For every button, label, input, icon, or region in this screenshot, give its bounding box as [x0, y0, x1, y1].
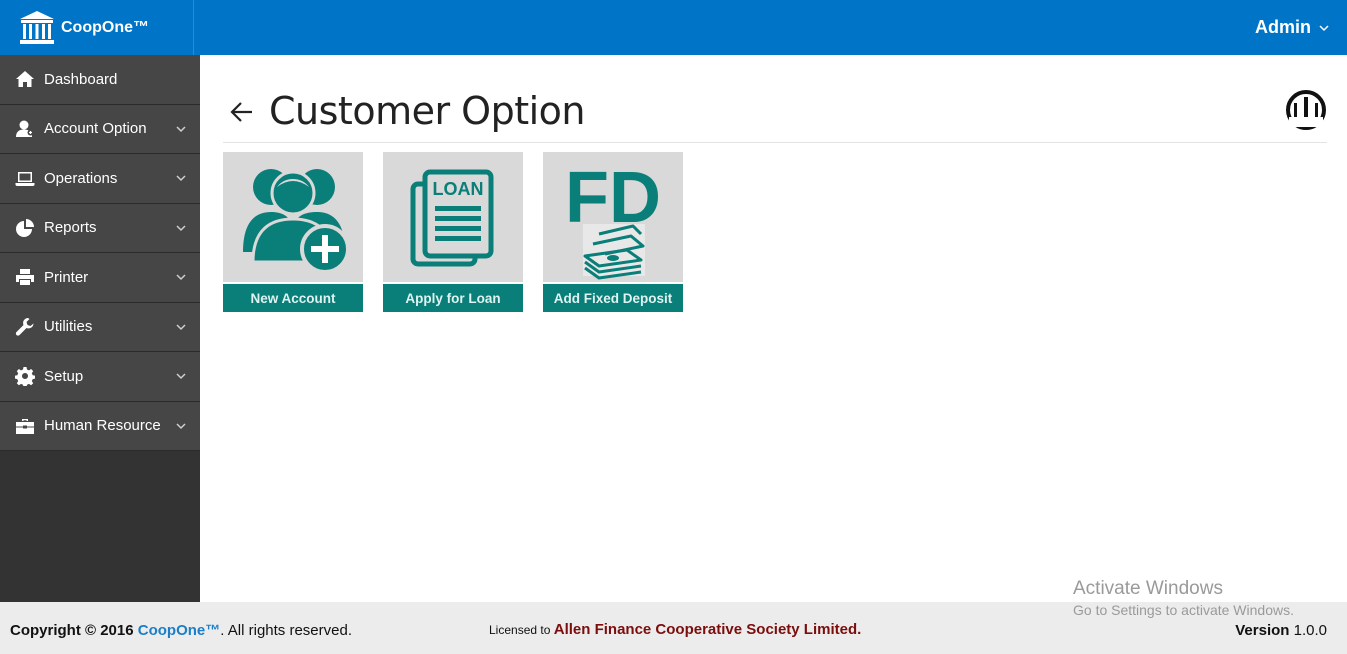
add-fixed-deposit-art: FD — [543, 152, 683, 282]
brand-logo[interactable]: CoopOne™ — [0, 0, 194, 55]
laptop-icon — [14, 168, 36, 188]
copyright-suffix: . All rights reserved. — [220, 622, 352, 639]
user-icon — [14, 119, 36, 139]
tile-label: New Account — [223, 282, 363, 312]
add-fixed-deposit-tile[interactable]: FD Add Fixed Deposit — [543, 152, 683, 312]
pie-chart-icon — [14, 218, 36, 238]
new-account-art — [223, 152, 363, 282]
sidebar-item-label: Utilities — [44, 318, 93, 336]
loan-document-icon: LOAN — [410, 169, 494, 267]
apply-for-loan-art: LOAN — [383, 152, 523, 282]
back-arrow-icon[interactable] — [229, 99, 255, 125]
licensed-organization: Allen Finance Cooperative Society Limite… — [553, 621, 858, 638]
sidebar-item-setup[interactable]: Setup — [0, 352, 200, 402]
sidebar-item-label: Setup — [44, 367, 84, 385]
sidebar-item-human-resource[interactable]: Human Resource — [0, 401, 200, 451]
sidebar-item-label: Dashboard — [44, 70, 118, 88]
sidebar-item-label: Account Option — [44, 120, 147, 138]
page-header: Customer Option — [223, 85, 1327, 143]
chevron-down-icon — [176, 423, 186, 429]
home-icon — [14, 69, 36, 89]
chevron-down-icon — [176, 324, 186, 330]
apply-for-loan-tile[interactable]: LOAN Apply for Loan — [383, 152, 523, 312]
licensed-prefix: Licensed to — [489, 623, 551, 637]
watermark-line-2: Go to Settings to activate Windows. — [1073, 602, 1294, 618]
sidebar-item-utilities[interactable]: Utilities — [0, 302, 200, 352]
sidebar-item-label: Printer — [44, 268, 89, 286]
sidebar-item-label: Human Resource — [44, 417, 161, 435]
new-account-tile[interactable]: New Account — [223, 152, 363, 312]
license-text: Licensed to Allen Finance Cooperative So… — [489, 621, 861, 638]
add-user-icon — [243, 169, 350, 274]
chevron-down-icon — [176, 175, 186, 182]
sidebar-item-label: Operations — [44, 169, 118, 187]
version-label: Version — [1235, 622, 1290, 639]
copyright-brand-link[interactable]: CoopOne™ — [138, 622, 221, 639]
chevron-down-icon — [176, 225, 186, 231]
tile-label: Apply for Loan — [383, 282, 523, 312]
bank-icon — [20, 10, 54, 44]
dashboard-gauge-icon[interactable] — [1285, 89, 1327, 131]
briefcase-icon — [14, 416, 36, 436]
version-text: Version 1.0.0 — [1235, 622, 1327, 639]
app-name: CoopOne™ — [61, 18, 149, 36]
version-value: 1.0.0 — [1293, 622, 1327, 639]
sidebar-item-printer[interactable]: Printer — [0, 253, 200, 303]
copyright-text: Copyright © 2016 CoopOne™. All rights re… — [10, 622, 352, 639]
gear-icon — [14, 366, 36, 387]
copyright-prefix: Copyright © 2016 — [10, 622, 134, 639]
activate-windows-watermark: Activate Windows Go to Settings to activ… — [1073, 578, 1294, 618]
sidebar-item-operations[interactable]: Operations — [0, 154, 200, 204]
sidebar-item-dashboard[interactable]: Dashboard — [0, 55, 200, 105]
printer-icon — [14, 267, 36, 287]
chevron-down-icon — [1319, 24, 1329, 31]
sidebar-item-account-option[interactable]: Account Option — [0, 104, 200, 154]
chevron-down-icon — [176, 373, 186, 380]
main-content: Customer Option New Account LOAN Apply f… — [200, 55, 1347, 602]
chevron-down-icon — [176, 274, 186, 281]
customer-option-tiles: New Account LOAN Apply for Loan FD Add F… — [223, 152, 683, 312]
licensed-suffix: . — [857, 621, 862, 638]
sidebar-item-reports[interactable]: Reports — [0, 203, 200, 253]
fixed-deposit-icon: FD — [565, 158, 661, 280]
page-title: Customer Option — [269, 89, 585, 133]
wrench-icon — [14, 317, 36, 337]
loan-art-text: LOAN — [433, 179, 484, 199]
chevron-down-icon — [176, 126, 186, 132]
user-name: Admin — [1255, 17, 1311, 37]
sidebar-item-label: Reports — [44, 219, 97, 237]
watermark-line-1: Activate Windows — [1073, 578, 1223, 599]
top-bar: CoopOne™ Admin — [0, 0, 1347, 55]
user-menu[interactable]: Admin — [1255, 0, 1329, 55]
tile-label: Add Fixed Deposit — [543, 282, 683, 312]
sidebar: Dashboard Account Option Operations Repo… — [0, 55, 200, 602]
